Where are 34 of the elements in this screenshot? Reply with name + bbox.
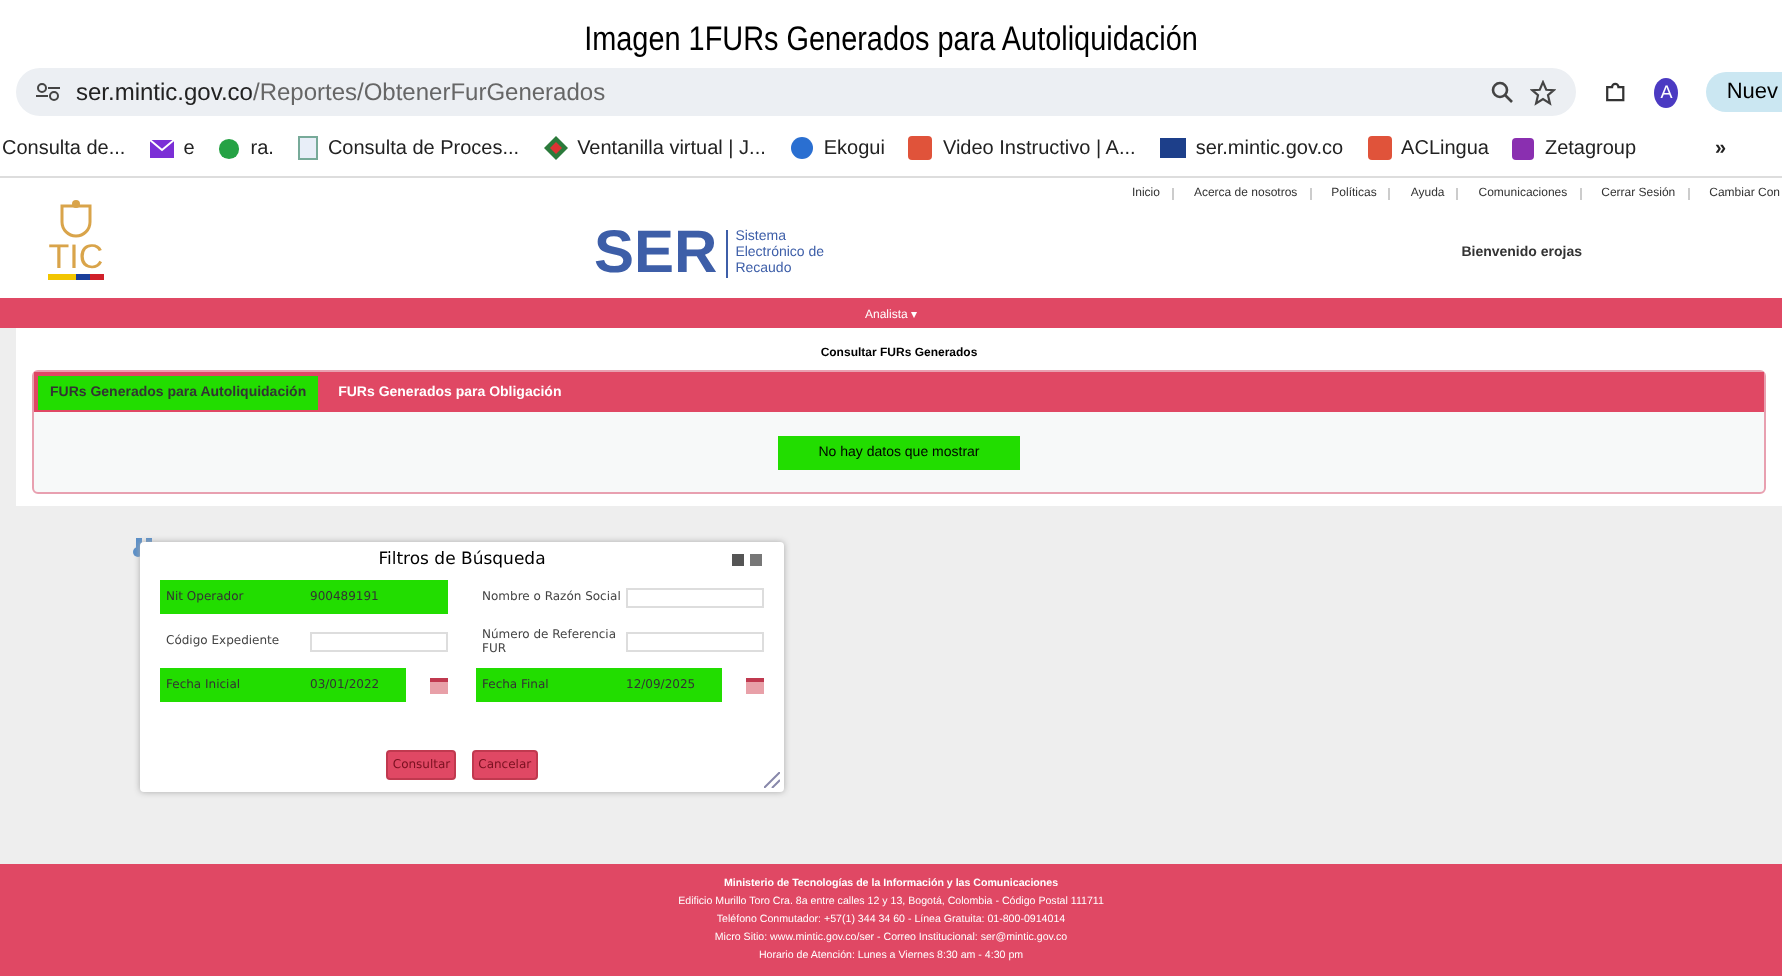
image-caption: Imagen 1FURs Generados para Autoliquidación xyxy=(582,18,1200,62)
bookmark[interactable]: Ventanilla virtual | J... xyxy=(543,136,766,160)
bookmark[interactable]: Ekogui xyxy=(789,136,885,160)
tune-icon xyxy=(36,82,60,102)
flag-stripe xyxy=(48,274,104,280)
envelope-icon xyxy=(149,139,174,157)
window-controls-icon[interactable] xyxy=(732,554,764,566)
address-bar[interactable]: ser.mintic.gov.co/Reportes/ObtenerFurGenerados xyxy=(16,68,1576,116)
bookmark[interactable]: Video Instructivo | A... xyxy=(908,136,1136,160)
zoom-icon[interactable] xyxy=(1490,80,1514,104)
crest-icon xyxy=(56,198,96,242)
resize-grip-icon[interactable] xyxy=(764,772,780,788)
tic-logo: TIC xyxy=(48,242,104,274)
globe-icon xyxy=(789,136,814,160)
calendar-icon[interactable] xyxy=(430,677,448,693)
bookmark[interactable]: Consulta de Proces... xyxy=(297,136,520,160)
diamond-icon xyxy=(543,136,568,160)
site-tile-icon xyxy=(1159,138,1186,158)
more-bookmarks-button[interactable]: » xyxy=(1714,137,1726,159)
square-tile-icon xyxy=(1512,137,1535,159)
app-tile-icon xyxy=(1367,136,1392,160)
bookmark[interactable]: Zetagroup xyxy=(1512,137,1637,159)
profile-avatar[interactable]: A xyxy=(1654,77,1679,107)
bookmark[interactable]: ser.mintic.gov.co xyxy=(1159,137,1344,159)
bookmark[interactable]: ACLingua xyxy=(1367,136,1489,160)
calendar-icon[interactable] xyxy=(746,677,764,693)
new-button[interactable]: Nuev xyxy=(1706,72,1782,112)
document-icon xyxy=(297,136,318,160)
bookmark[interactable]: ra. xyxy=(218,137,274,159)
dialog-title: Filtros de Búsqueda xyxy=(378,550,546,570)
bookmark[interactable]: Consulta de... xyxy=(2,137,126,159)
app-tile-icon xyxy=(908,136,933,160)
star-icon[interactable] xyxy=(1530,79,1556,105)
bookmark[interactable]: e xyxy=(149,137,195,159)
